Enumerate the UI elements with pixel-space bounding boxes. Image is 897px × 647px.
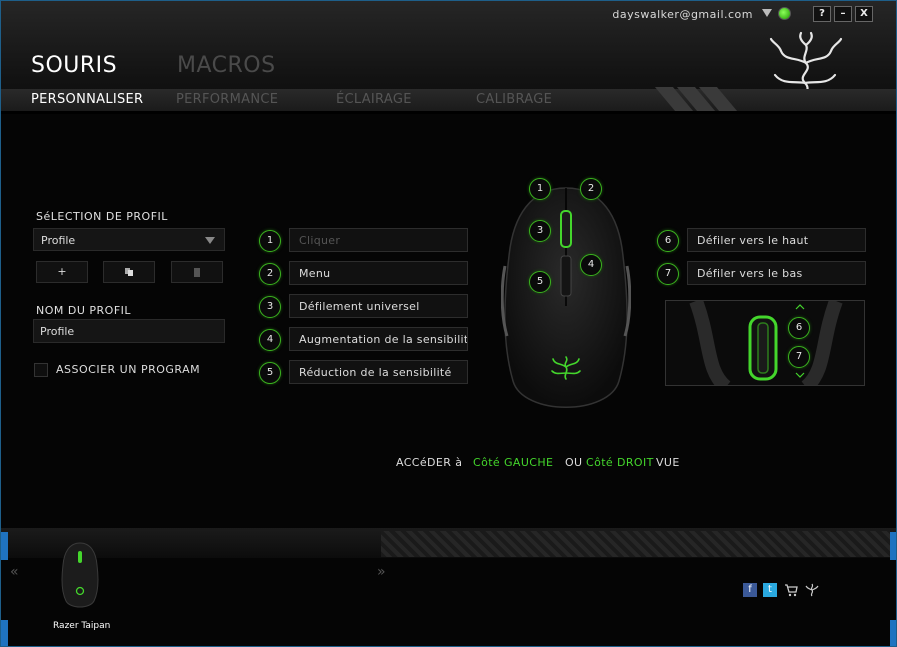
device-thumbnail[interactable] <box>61 541 99 609</box>
mouse-marker-5[interactable]: 5 <box>529 271 551 293</box>
button-number: 1 <box>259 230 281 252</box>
online-status-icon <box>778 7 791 20</box>
assign-button-3[interactable]: Défilement universel <box>289 294 468 318</box>
device-bar-pattern <box>381 531 893 557</box>
tab-souris[interactable]: SOURIS <box>31 53 117 78</box>
button-number: 7 <box>657 263 679 285</box>
profile-select-value: Profile <box>41 234 76 247</box>
button-number: 3 <box>259 296 281 318</box>
header-stripes <box>651 87 751 111</box>
facebook-icon[interactable]: f <box>743 583 757 597</box>
profile-name-input[interactable]: Profile <box>33 319 225 343</box>
mouse-marker-3[interactable]: 3 <box>529 220 551 242</box>
profile-select[interactable]: Profile <box>33 228 225 251</box>
left-side-view-link[interactable]: Côté GAUCHE <box>473 456 553 469</box>
assign-button-1[interactable]: Cliquer <box>289 228 468 252</box>
tab-macros[interactable]: MACROS <box>177 53 276 78</box>
mouse-marker-1[interactable]: 1 <box>529 178 551 200</box>
device-name: Razer Taipan <box>53 621 111 631</box>
tab-personnaliser[interactable]: PERSONNALISER <box>31 92 143 107</box>
mouse-top-view <box>501 187 631 408</box>
button-number: 2 <box>259 263 281 285</box>
next-device-icon[interactable]: » <box>377 564 386 580</box>
tab-eclairage[interactable]: ÉCLAIRAGE <box>336 92 412 107</box>
profile-name-label: NOM DU PROFIL <box>36 304 132 317</box>
scroll-wheel-inset: 6 7 <box>665 300 865 386</box>
add-profile-button[interactable]: + <box>36 261 88 283</box>
mouse-marker-2[interactable]: 2 <box>580 178 602 200</box>
trash-icon <box>194 268 200 277</box>
close-button[interactable]: X <box>855 6 873 22</box>
assign-button-5[interactable]: Réduction de la sensibilité <box>289 360 468 384</box>
assign-button-4[interactable]: Augmentation de la sensibilité <box>289 327 468 351</box>
right-edge-accent-bottom <box>890 620 896 646</box>
delete-profile-button[interactable] <box>171 261 223 283</box>
access-suffix: VUE <box>656 456 680 469</box>
button-number: 5 <box>259 362 281 384</box>
inset-marker-7[interactable]: 7 <box>788 346 810 368</box>
scroll-wheel-closeup <box>689 301 843 385</box>
twitter-icon[interactable]: t <box>763 583 777 597</box>
button-number: 6 <box>657 230 679 252</box>
assign-button-6[interactable]: Défiler vers le haut <box>687 228 866 252</box>
access-prefix: ACCéDER à <box>396 456 463 469</box>
assign-button-7[interactable]: Défiler vers le bas <box>687 261 866 285</box>
duplicate-profile-button[interactable] <box>103 261 155 283</box>
prev-device-icon[interactable]: « <box>10 564 19 580</box>
access-or: OU <box>565 456 583 469</box>
tab-performance[interactable]: PERFORMANCE <box>176 92 278 107</box>
assign-button-2[interactable]: Menu <box>289 261 468 285</box>
help-button[interactable]: ? <box>813 6 831 22</box>
left-edge-accent-bottom <box>1 620 8 646</box>
account-dropdown-icon[interactable] <box>762 9 772 17</box>
chevron-down-icon <box>205 237 215 244</box>
synapse-window: dayswalker@gmail.com ? – X SOURIS MACROS… <box>0 0 897 647</box>
right-edge-accent <box>890 532 896 560</box>
associate-program-checkbox[interactable] <box>34 363 48 377</box>
minimize-button[interactable]: – <box>834 6 852 22</box>
inset-marker-6[interactable]: 6 <box>788 317 810 339</box>
profile-selection-label: SéLECTION DE PROFIL <box>36 210 168 223</box>
account-email[interactable]: dayswalker@gmail.com <box>612 8 753 21</box>
left-edge-accent <box>1 532 8 560</box>
sub-tab-bar: PERSONNALISER PERFORMANCE ÉCLAIRAGE CALI… <box>1 89 896 114</box>
associate-program-label: ASSOCIER UN PROGRAM <box>56 363 201 376</box>
tab-calibrage[interactable]: CALIBRAGE <box>476 92 552 107</box>
cart-icon[interactable] <box>784 583 798 597</box>
button-number: 4 <box>259 329 281 351</box>
razer-small-icon[interactable] <box>805 583 819 597</box>
right-side-view-link[interactable]: Côté DROIT <box>586 456 654 469</box>
copy-icon <box>125 268 133 276</box>
mouse-marker-4[interactable]: 4 <box>580 254 602 276</box>
